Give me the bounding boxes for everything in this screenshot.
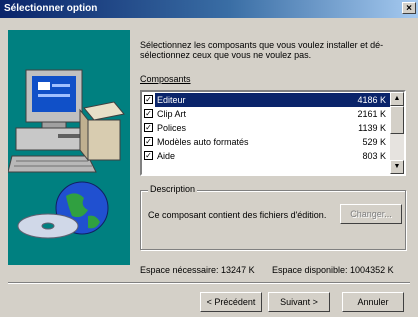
item-label: Aide [157, 151, 176, 161]
description-title: Description [148, 184, 198, 194]
close-button[interactable]: × [402, 2, 416, 14]
item-label: Clip Art [157, 109, 187, 119]
instructions-text: Sélectionnez les composants que vous vou… [140, 40, 384, 60]
cd-icon [17, 213, 79, 239]
dialog-window: Sélectionner option × Sélectionnez les c… [0, 0, 418, 317]
description-text: Ce composant contient des fichiers d'édi… [148, 210, 327, 220]
item-size: 2161 K [357, 109, 386, 119]
list-item[interactable]: ✓ Modèles auto formatés 529 K [143, 135, 392, 149]
item-size: 4186 K [357, 95, 386, 105]
cancel-button[interactable]: Annuler [342, 292, 404, 312]
checkbox-aide[interactable]: ✓ [144, 151, 153, 160]
item-size: 803 K [362, 151, 386, 161]
components-list[interactable]: ✓ Editeur 4186 K ✓ Clip Art 2161 K ✓ Pol… [140, 90, 406, 176]
checkbox-polices[interactable]: ✓ [144, 123, 153, 132]
setup-illustration [8, 30, 130, 265]
item-label: Polices [157, 123, 187, 133]
separator [8, 282, 410, 284]
item-size: 529 K [362, 137, 386, 147]
back-button[interactable]: < Précédent [200, 292, 262, 312]
checkbox-editeur[interactable]: ✓ [144, 95, 153, 104]
list-item[interactable]: ✓ Polices 1139 K [143, 121, 392, 135]
scroll-thumb[interactable] [390, 106, 404, 134]
change-button: Changer... [340, 204, 402, 224]
list-item[interactable]: ✓ Aide 803 K [143, 149, 392, 163]
scroll-down-button[interactable]: ▼ [390, 160, 404, 174]
vertical-scrollbar[interactable]: ▲ ▼ [390, 92, 404, 174]
components-label-text: Composants [140, 74, 191, 84]
space-available: Espace disponible: 1004352 K [272, 265, 394, 275]
window-title: Sélectionner option [4, 3, 98, 14]
item-size: 1139 K [358, 123, 386, 133]
checkbox-clip-art[interactable]: ✓ [144, 109, 153, 118]
item-label: Editeur [155, 93, 188, 107]
list-item[interactable]: ✓ Editeur 4186 K [143, 93, 392, 107]
selection-highlight [155, 93, 392, 107]
box-icon [79, 101, 125, 162]
item-label: Modèles auto formatés [157, 137, 249, 147]
scroll-up-button[interactable]: ▲ [390, 92, 404, 106]
space-required: Espace nécessaire: 13247 K [140, 265, 255, 275]
checkbox-modeles[interactable]: ✓ [144, 137, 153, 146]
next-button[interactable]: Suivant > [268, 292, 330, 312]
list-item[interactable]: ✓ Clip Art 2161 K [143, 107, 392, 121]
components-label: Composants [140, 74, 191, 84]
title-bar[interactable]: Sélectionner option × [0, 0, 418, 18]
